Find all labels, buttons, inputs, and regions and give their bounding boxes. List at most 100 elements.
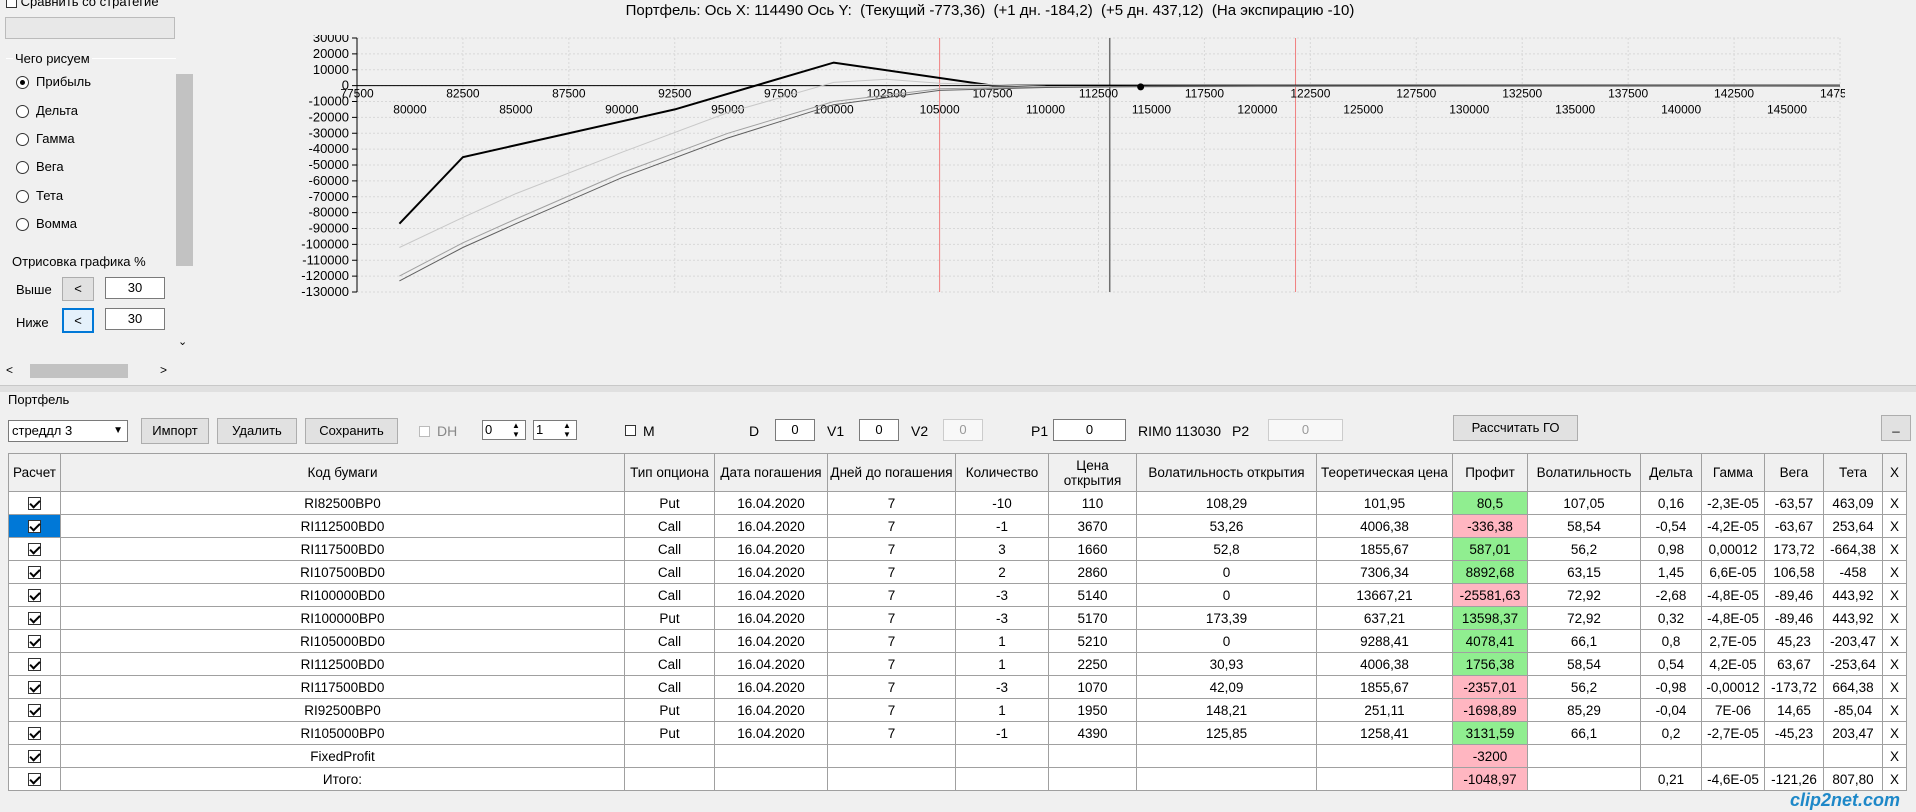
table-row[interactable]: RI117500BD0 Call 16.04.2020 7 -3 1070 42,09 185… xyxy=(8,675,1907,699)
profit-chart[interactable]: 3000020000100000-10000-20000-30000-40000… xyxy=(275,35,1845,365)
spin-2-arrows-icon[interactable]: ▲ ▼ xyxy=(563,421,571,439)
chevron-down-icon[interactable]: ▼ xyxy=(113,421,123,441)
scroll-down-icon[interactable]: ⌄ xyxy=(178,335,187,348)
table-row[interactable]: Итого: -1048,97 0,21 -4,6E-05 -121,26 807,80 X xyxy=(8,767,1907,791)
column-header-vega[interactable]: Вега xyxy=(1764,453,1824,492)
column-header-theoretical-price[interactable]: Теоретическая цена xyxy=(1316,453,1453,492)
d-input[interactable]: 0 xyxy=(775,419,815,441)
calc-checkbox-cell[interactable] xyxy=(8,698,61,722)
column-header-close[interactable]: X xyxy=(1882,453,1907,492)
column-header-profit[interactable]: Профит xyxy=(1452,453,1528,492)
radio-gamma[interactable] xyxy=(16,133,29,146)
cell-x[interactable]: X xyxy=(1882,514,1907,538)
above-percent-input[interactable]: 30 xyxy=(105,277,165,299)
p2-input[interactable]: 0 xyxy=(1268,419,1343,441)
table-row[interactable]: RI105000BP0 Put 16.04.2020 7 -1 4390 125,85 125… xyxy=(8,721,1907,745)
radio-vega[interactable] xyxy=(16,161,29,174)
cell-x[interactable]: X xyxy=(1882,583,1907,607)
delete-button[interactable]: Удалить xyxy=(217,418,297,444)
table-row[interactable]: RI107500BD0 Call 16.04.2020 7 2 2860 0 7306,34 8… xyxy=(8,560,1907,584)
calc-checkbox-cell[interactable] xyxy=(8,721,61,745)
table-row[interactable]: RI92500BP0 Put 16.04.2020 7 1 1950 148,21 251,1… xyxy=(8,698,1907,722)
calc-checkbox-cell[interactable] xyxy=(8,767,61,791)
radio-theta[interactable] xyxy=(16,190,29,203)
v2-input[interactable]: 0 xyxy=(943,419,983,441)
radio-profit[interactable] xyxy=(16,76,29,89)
calc-checkbox-cell[interactable] xyxy=(8,606,61,630)
cell-x[interactable]: X xyxy=(1882,675,1907,699)
calc-checkbox-cell[interactable] xyxy=(8,629,61,653)
cell-x[interactable]: X xyxy=(1882,767,1907,791)
cell-x[interactable]: X xyxy=(1882,629,1907,653)
cell-x[interactable]: X xyxy=(1882,560,1907,584)
table-row[interactable]: RI100000BP0 Put 16.04.2020 7 -3 5170 173,39 637… xyxy=(8,606,1907,630)
column-header-calc[interactable]: Расчет xyxy=(8,453,61,492)
radio-delta[interactable] xyxy=(16,105,29,118)
table-row[interactable]: RI112500BD0 Call 16.04.2020 7 1 2250 30,93 4006… xyxy=(8,652,1907,676)
cell-x[interactable]: X xyxy=(1882,744,1907,768)
column-header-open-price[interactable]: Цена открытия xyxy=(1048,453,1137,492)
save-button[interactable]: Сохранить xyxy=(305,418,398,444)
horizontal-scrollbar-thumb[interactable] xyxy=(30,364,128,378)
calc-checkbox[interactable] xyxy=(28,704,41,718)
calc-checkbox-cell[interactable] xyxy=(8,560,61,584)
calc-checkbox[interactable] xyxy=(28,773,41,787)
column-header-option-type[interactable]: Тип опциона xyxy=(624,453,715,492)
splitter[interactable] xyxy=(0,385,1916,392)
cell-x[interactable]: X xyxy=(1882,606,1907,630)
import-button[interactable]: Импорт xyxy=(141,418,209,444)
dh-checkbox[interactable] xyxy=(419,426,430,437)
table-row[interactable]: RI82500BP0 Put 16.04.2020 7 -10 110 108,29 101,… xyxy=(8,491,1907,515)
above-decrease-button[interactable]: < xyxy=(62,277,94,301)
column-header-delta[interactable]: Дельта xyxy=(1640,453,1702,492)
horizontal-scrollbar[interactable]: < > xyxy=(0,362,176,380)
calculate-margin-button[interactable]: Рассчитать ГО xyxy=(1453,415,1578,441)
cell-x[interactable]: X xyxy=(1882,491,1907,515)
below-percent-input[interactable]: 30 xyxy=(105,308,165,330)
v1-input[interactable]: 0 xyxy=(859,419,899,441)
column-header-quantity[interactable]: Количество xyxy=(955,453,1049,492)
table-row[interactable]: RI100000BD0 Call 16.04.2020 7 -3 5140 0 13667,2… xyxy=(8,583,1907,607)
calc-checkbox[interactable] xyxy=(28,658,41,672)
calc-checkbox-cell[interactable] xyxy=(8,675,61,699)
calc-checkbox[interactable] xyxy=(28,750,41,764)
calc-checkbox-cell[interactable] xyxy=(8,491,61,515)
scroll-left-icon[interactable]: < xyxy=(6,363,13,377)
calc-checkbox-cell[interactable] xyxy=(8,537,61,561)
calc-checkbox[interactable] xyxy=(28,543,41,557)
calc-checkbox[interactable] xyxy=(28,612,41,626)
calc-checkbox[interactable] xyxy=(28,635,41,649)
cell-x[interactable]: X xyxy=(1882,652,1907,676)
vertical-scrollbar-thumb[interactable] xyxy=(176,74,193,266)
calc-checkbox[interactable] xyxy=(28,589,41,603)
calc-checkbox-cell[interactable] xyxy=(8,514,61,538)
calc-checkbox-cell[interactable] xyxy=(8,583,61,607)
calc-checkbox[interactable] xyxy=(28,566,41,580)
table-row[interactable]: RI112500BD0 Call 16.04.2020 7 -1 3670 53,26 400… xyxy=(8,514,1907,538)
column-header-open-volatility[interactable]: Волатильность открытия xyxy=(1136,453,1317,492)
column-header-volatility[interactable]: Волатильность xyxy=(1527,453,1641,492)
column-header-expiry-date[interactable]: Дата погашения xyxy=(714,453,828,492)
table-row[interactable]: FixedProfit -3200 X xyxy=(8,744,1907,768)
calc-checkbox[interactable] xyxy=(28,727,41,741)
m-checkbox[interactable] xyxy=(625,425,636,436)
radio-vomma[interactable] xyxy=(16,218,29,231)
cell-x[interactable]: X xyxy=(1882,721,1907,745)
column-header-days-to-expiry[interactable]: Дней до погашения xyxy=(827,453,956,492)
calc-checkbox[interactable] xyxy=(28,497,41,511)
scroll-right-icon[interactable]: > xyxy=(160,363,167,377)
vertical-scrollbar[interactable]: ⌄ xyxy=(176,0,193,350)
cell-x[interactable]: X xyxy=(1882,698,1907,722)
cell-x[interactable]: X xyxy=(1882,537,1907,561)
spin-1-arrows-icon[interactable]: ▲ ▼ xyxy=(512,421,520,439)
column-header-code[interactable]: Код бумаги xyxy=(60,453,625,492)
column-header-theta[interactable]: Тета xyxy=(1823,453,1883,492)
below-decrease-button[interactable]: < xyxy=(62,308,94,333)
calc-checkbox-cell[interactable] xyxy=(8,652,61,676)
p1-input[interactable]: 0 xyxy=(1053,419,1126,441)
calc-checkbox-cell[interactable] xyxy=(8,744,61,768)
column-header-gamma[interactable]: Гамма xyxy=(1701,453,1765,492)
table-row[interactable]: RI105000BD0 Call 16.04.2020 7 1 5210 0 9288,41 4… xyxy=(8,629,1907,653)
compare-strategy-select[interactable] xyxy=(5,17,175,39)
compare-strategy-checkbox[interactable] xyxy=(6,0,17,9)
